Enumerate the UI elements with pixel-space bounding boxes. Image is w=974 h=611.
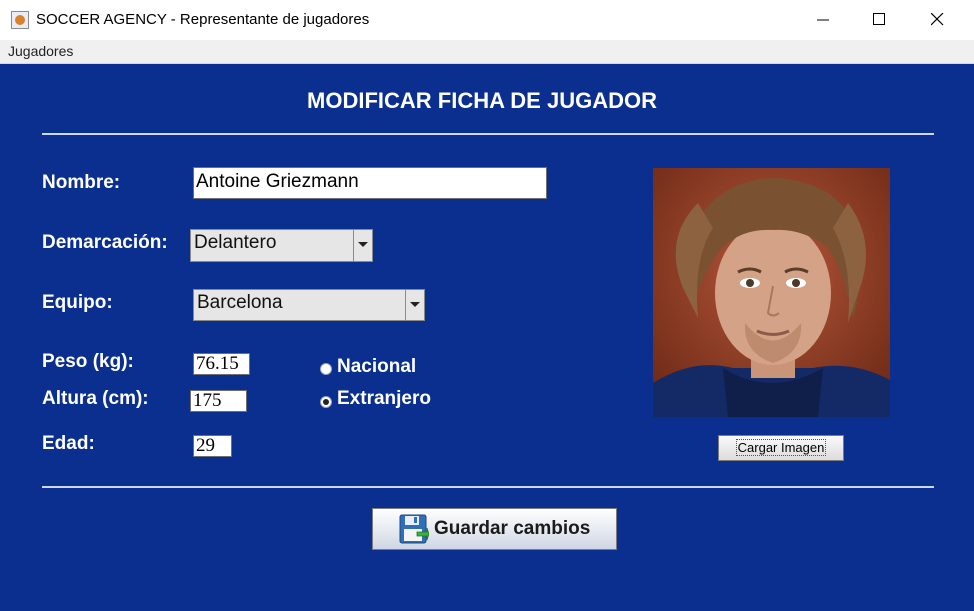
extranjero-radio[interactable]	[320, 396, 332, 408]
guardar-cambios-button[interactable]: Guardar cambios	[372, 508, 617, 550]
window-title: SOCCER AGENCY - Representante de jugador…	[36, 11, 370, 28]
close-icon	[931, 13, 944, 26]
title-bar: SOCCER AGENCY - Representante de jugador…	[0, 0, 974, 40]
cargar-imagen-label: Cargar Imagen	[735, 439, 827, 456]
player-photo	[653, 168, 890, 417]
guardar-cambios-label: Guardar cambios	[434, 518, 591, 539]
nacional-label[interactable]: Nacional	[337, 356, 416, 378]
chevron-down-icon[interactable]	[405, 290, 424, 320]
minimize-icon	[817, 19, 829, 21]
maximize-icon	[873, 13, 885, 25]
demarcacion-label: Demarcación:	[42, 232, 168, 253]
close-button[interactable]	[909, 0, 967, 40]
equipo-selected: Barcelona	[197, 292, 283, 313]
demarcacion-selected: Delantero	[194, 232, 277, 253]
altura-label: Altura (cm):	[42, 388, 149, 409]
chevron-down-icon[interactable]	[353, 230, 372, 261]
minimize-button[interactable]	[795, 0, 853, 40]
java-app-icon	[11, 11, 29, 29]
altura-field[interactable]: 175	[190, 390, 247, 412]
edad-label: Edad:	[42, 433, 95, 454]
divider-bottom	[42, 486, 934, 488]
nacional-radio[interactable]	[320, 363, 332, 375]
cargar-imagen-button[interactable]: Cargar Imagen	[718, 435, 844, 461]
nombre-label: Nombre:	[42, 172, 121, 193]
maximize-button[interactable]	[851, 0, 909, 40]
peso-label: Peso (kg):	[42, 351, 134, 372]
equipo-label: Equipo:	[42, 292, 113, 313]
equipo-select[interactable]: Barcelona	[193, 289, 425, 321]
extranjero-label[interactable]: Extranjero	[337, 388, 431, 410]
form-heading: MODIFICAR FICHA DE JUGADOR	[307, 88, 657, 113]
edad-field[interactable]: 29	[193, 435, 232, 457]
menu-bar: Jugadores	[0, 40, 974, 64]
menu-jugadores[interactable]: Jugadores	[8, 43, 73, 59]
demarcacion-select[interactable]: Delantero	[190, 229, 373, 262]
nombre-field[interactable]: Antoine Griezmann	[193, 167, 547, 199]
divider-top	[42, 133, 934, 135]
floppy-disk-icon	[399, 514, 429, 544]
peso-field[interactable]: 76.15	[193, 353, 250, 375]
